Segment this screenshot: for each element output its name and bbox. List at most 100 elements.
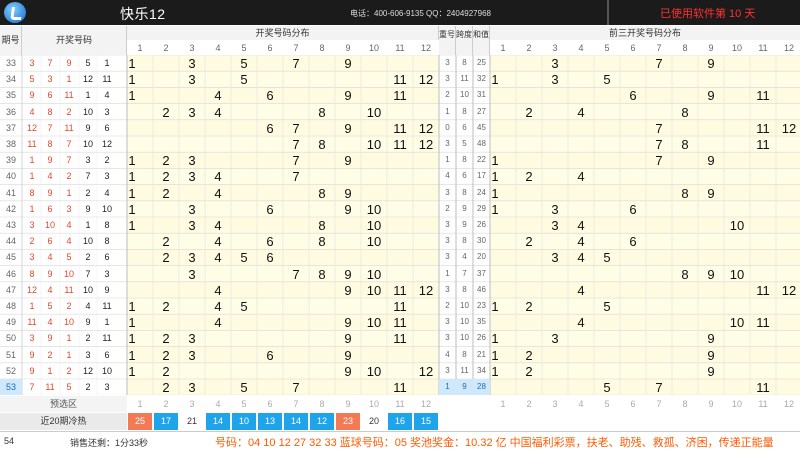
repeat-value: 3 [445,333,450,343]
dist-number: 11 [393,315,407,331]
dist-number: 12 [418,282,434,298]
winning-ball: 10 [101,365,112,376]
winning-ball: 4 [66,220,72,230]
dist-number: 9 [344,88,352,104]
winning-ball: 7 [85,268,91,279]
preselect-front3-number[interactable]: 1 [490,396,516,412]
winning-ball: 1 [29,203,35,214]
dist-number: 3 [188,104,196,120]
winning-ball: 1 [29,155,35,166]
span-value: 6 [462,171,467,181]
preselect-number[interactable]: 3 [179,396,205,412]
repeat-value: 1 [439,379,456,396]
front3-col-header: 6 [630,43,636,53]
front3-number: 10 [729,315,745,331]
preselect-number[interactable]: 6 [257,396,283,412]
winning-ball: 5 [66,382,72,392]
hotcold-value: 25 [128,413,152,430]
front3-number: 2 [525,234,533,250]
app-logo-icon[interactable] [4,2,26,23]
preselect-number[interactable]: 11 [387,396,413,412]
dist-col-header: 5 [241,43,247,53]
dist-number: 6 [266,234,274,250]
issue-number: 43 [5,220,16,230]
winning-ball: 9 [66,58,72,68]
front3-number: 11 [756,120,770,136]
preselect-front3-number[interactable]: 7 [646,396,672,412]
winning-ball: 3 [104,382,110,392]
preselect-number[interactable]: 7 [283,396,309,412]
preselect-front3-number[interactable]: 9 [698,396,724,412]
winning-ball: 1 [104,317,110,328]
winning-ball: 2 [47,349,53,360]
winning-ball: 10 [82,236,93,247]
dist-col-header: 9 [345,43,351,53]
dist-number: 9 [344,153,352,169]
repeat-value: 4 [445,349,450,359]
preselect-front3-number[interactable]: 8 [672,396,698,412]
front3-number: 7 [655,120,663,136]
dist-number: 5 [240,56,248,71]
front3-number: 3 [551,72,559,88]
repeat-value: 1 [445,268,450,278]
front3-number: 1 [491,347,499,363]
preselect-number[interactable]: 8 [309,396,335,412]
dist-number: 4 [214,104,222,120]
preselect-front3-number[interactable]: 11 [750,396,776,412]
winning-ball: 2 [104,155,110,166]
sum-header: 和值 [473,26,490,55]
dist-number: 6 [266,120,274,136]
preselect-front3-number[interactable]: 2 [516,396,542,412]
issue-number: 51 [5,349,16,360]
dist-number: 3 [188,331,196,347]
front3-number: 1 [491,299,499,314]
preselect-front3-number[interactable]: 6 [620,396,646,412]
winning-ball: 2 [66,301,72,311]
winning-ball: 10 [82,284,93,295]
preselect-front3-number[interactable]: 5 [594,396,620,412]
front3-col-header: 11 [758,43,768,53]
row-bg [490,184,800,201]
winning-ball: 10 [63,268,74,279]
dist-number: 2 [162,153,170,169]
span-value: 8 [462,58,467,67]
winning-ball: 11 [64,284,74,295]
front3-number: 1 [491,331,499,347]
preselect-number[interactable]: 12 [413,396,439,412]
preselect-number[interactable]: 2 [153,396,179,412]
issue-number: 48 [5,301,16,311]
dist-number: 3 [188,218,196,233]
dist-number: 1 [128,347,136,363]
winning-ball: 9 [47,333,53,344]
preselect-front3-number[interactable]: 10 [724,396,750,412]
dist-number: 5 [240,250,248,266]
front3-number: 9 [707,56,715,71]
dist-number: 1 [128,363,136,379]
winning-ball: 8 [104,220,110,230]
winning-ball: 3 [85,155,91,166]
span-value: 10 [460,90,469,100]
sum-value: 25 [477,58,486,67]
dist-number: 9 [344,363,352,379]
front3-number: 11 [756,380,770,395]
sum-value: 31 [477,90,486,100]
winning-ball: 9 [104,284,110,295]
preselect-number[interactable]: 10 [361,396,387,412]
dist-number: 1 [128,56,136,71]
front3-number: 6 [629,201,637,217]
dist-number: 2 [162,347,170,363]
hotcold-value: 15 [414,413,438,430]
winning-ball: 12 [82,74,93,85]
preselect-number[interactable]: 5 [231,396,257,412]
preselect-number[interactable]: 9 [335,396,361,412]
preselect-number[interactable]: 1 [127,396,153,412]
preselect-front3-number[interactable]: 4 [568,396,594,412]
preselect-front3-number[interactable]: 12 [776,396,800,412]
dist-number: 8 [318,104,326,120]
winning-ball: 7 [66,155,72,166]
issue-number: 39 [5,155,16,166]
preselect-front3-number[interactable]: 3 [542,396,568,412]
preselect-number[interactable]: 4 [205,396,231,412]
dist-col-header: 1 [137,43,143,53]
dist-number: 9 [344,56,352,71]
